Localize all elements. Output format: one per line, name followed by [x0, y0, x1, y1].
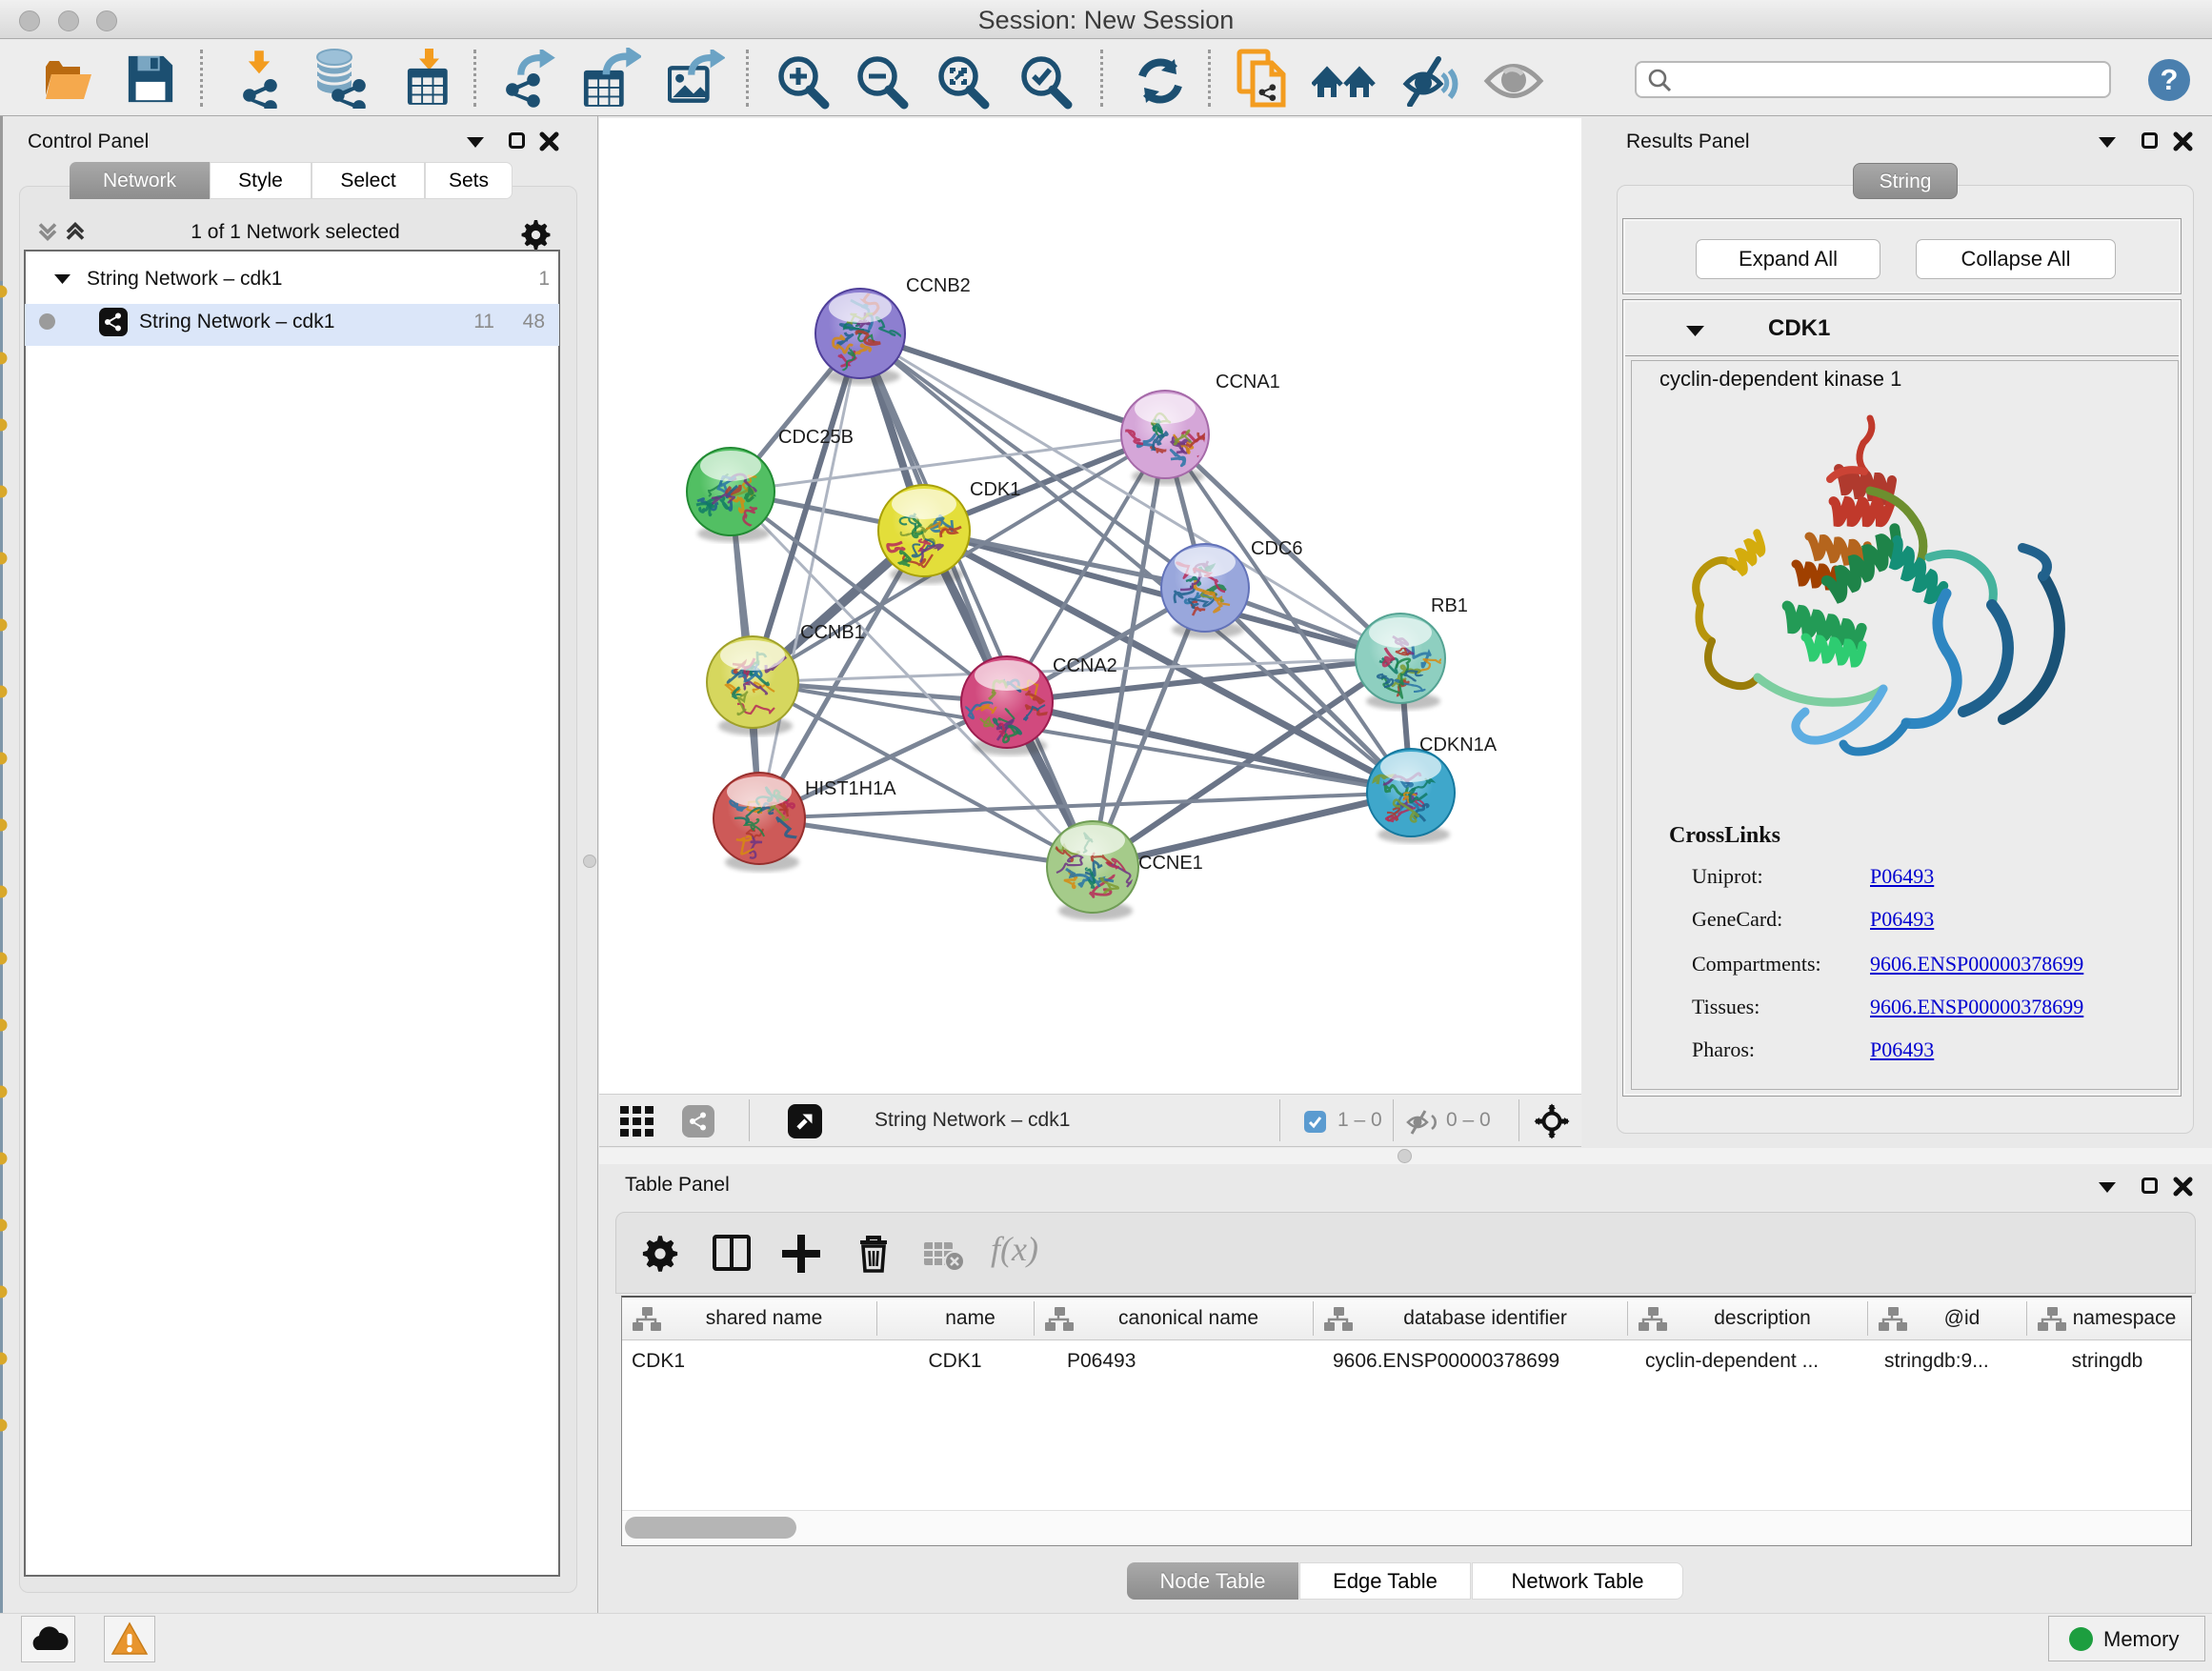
svg-text:HIST1H1A: HIST1H1A — [805, 778, 896, 799]
svg-text:CDC6: CDC6 — [1251, 538, 1302, 559]
svg-text:CDC25B: CDC25B — [778, 427, 854, 448]
svg-text:CCNB2: CCNB2 — [906, 275, 971, 296]
svg-text:RB1: RB1 — [1431, 595, 1468, 616]
svg-text:CCNA1: CCNA1 — [1216, 372, 1280, 393]
svg-text:CCNB1: CCNB1 — [800, 622, 865, 643]
svg-text:CDK1: CDK1 — [970, 479, 1020, 500]
svg-text:CCNE1: CCNE1 — [1138, 853, 1203, 874]
svg-text:CDKN1A: CDKN1A — [1419, 735, 1498, 755]
svg-text:CCNA2: CCNA2 — [1053, 655, 1117, 676]
